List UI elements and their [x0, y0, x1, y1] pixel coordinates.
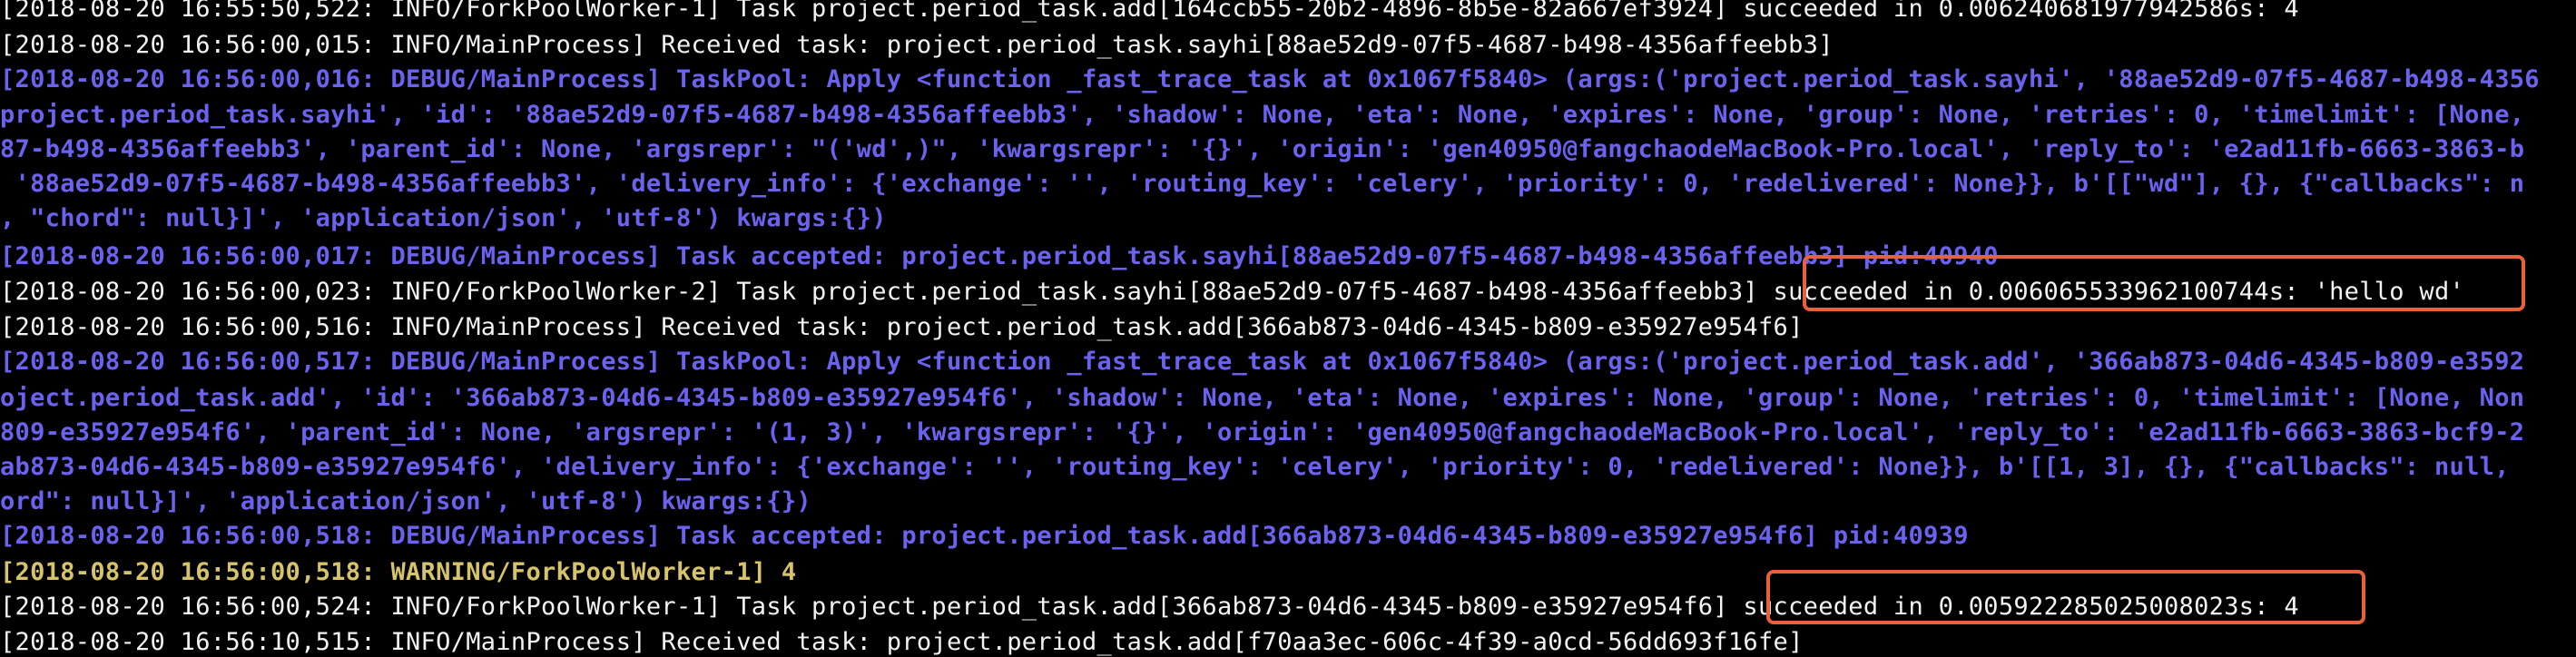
log-line: [2018-08-20 16:55:50,522: INFO/ForkPoolW… [0, 0, 2299, 23]
log-line: 809-e35927e954f6', 'parent_id': None, 'a… [0, 418, 2525, 446]
log-line: '88ae52d9-07f5-4687-b498-4356affeebb3', … [0, 170, 2525, 198]
log-line: ab873-04d6-4345-b809-e35927e954f6', 'del… [0, 453, 2510, 481]
log-line: [2018-08-20 16:56:10,515: INFO/MainProce… [0, 628, 1804, 656]
log-line: [2018-08-20 16:56:00,016: DEBUG/MainProc… [0, 65, 2540, 93]
log-line: 87-b498-4356affeebb3', 'parent_id': None… [0, 135, 2525, 163]
log-line: [2018-08-20 16:56:00,015: INFO/MainProce… [0, 31, 1834, 59]
log-line: project.period_task.sayhi', 'id': '88ae5… [0, 101, 2525, 129]
log-line: [2018-08-20 16:56:00,518: DEBUG/MainProc… [0, 522, 1969, 550]
log-line: ord": null}]', 'application/json', 'utf-… [0, 487, 811, 515]
log-line: oject.period_task.add', 'id': '366ab873-… [0, 384, 2525, 412]
log-line: , "chord": null}]', 'application/json', … [0, 204, 887, 232]
terminal-window[interactable]: [2018-08-20 16:55:50,522: INFO/ForkPoolW… [0, 0, 2576, 657]
highlight-box-sayhi-result [1803, 255, 2525, 311]
log-line: [2018-08-20 16:56:00,518: WARNING/ForkPo… [0, 558, 797, 586]
log-line: [2018-08-20 16:56:00,516: INFO/MainProce… [0, 313, 1804, 341]
log-line: [2018-08-20 16:56:00,017: DEBUG/MainProc… [0, 242, 1999, 270]
highlight-box-add-result [1766, 570, 2365, 624]
log-line: [2018-08-20 16:56:00,517: DEBUG/MainProc… [0, 348, 2525, 376]
